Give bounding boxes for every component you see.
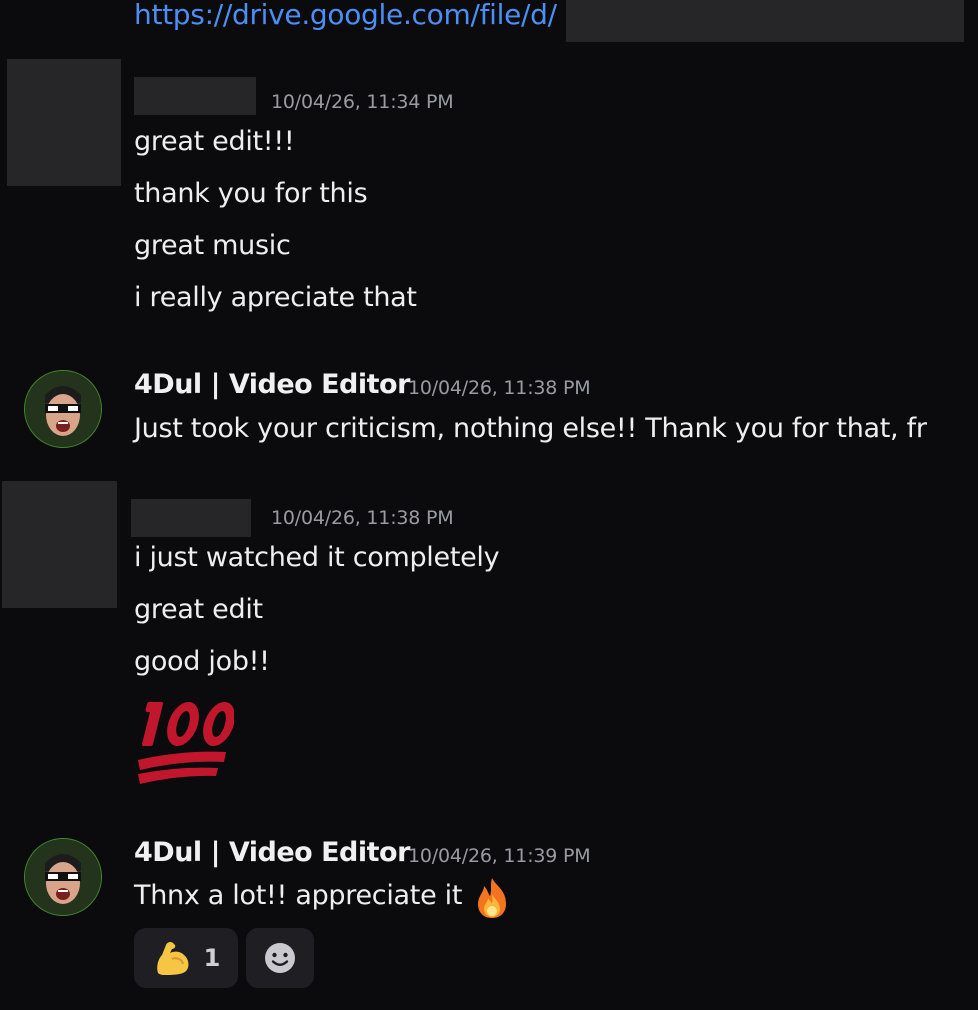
redacted-link-suffix <box>566 0 964 42</box>
add-reaction-button[interactable] <box>246 928 314 988</box>
drive-link[interactable]: https://drive.google.com/file/d/ <box>134 0 557 31</box>
username[interactable]: 4Dul | Video Editor <box>134 369 410 400</box>
message-line: Just took your criticism, nothing else!!… <box>134 413 927 444</box>
100-emoji <box>132 696 235 788</box>
flexed-biceps-emoji <box>156 941 189 975</box>
redacted-avatar <box>7 59 121 186</box>
avatar-face-icon <box>25 371 101 447</box>
message-line: good job!! <box>134 646 270 677</box>
redacted-avatar <box>2 481 117 608</box>
username[interactable]: 4Dul | Video Editor <box>134 837 410 868</box>
message-timestamp: 10/04/26, 11:34 PM <box>271 91 454 113</box>
message-line: great music <box>134 230 291 261</box>
message-line: thank you for this <box>134 178 368 209</box>
message-timestamp: 10/04/26, 11:38 PM <box>271 507 454 529</box>
message-line: i really apreciate that <box>134 282 417 313</box>
message-line: i just watched it completely <box>134 542 500 573</box>
message-line: Thnx a lot!! appreciate it <box>134 880 463 911</box>
avatar[interactable] <box>24 838 102 916</box>
message-line: great edit!!! <box>134 126 295 157</box>
avatar[interactable] <box>24 370 102 448</box>
redacted-username <box>134 77 256 115</box>
reaction-flexed-biceps[interactable]: 1 <box>134 928 238 988</box>
message-line: great edit <box>134 594 263 625</box>
message-timestamp: 10/04/26, 11:39 PM <box>408 845 591 867</box>
add-reaction-smiley-icon <box>265 943 295 973</box>
message-timestamp: 10/04/26, 11:38 PM <box>408 377 591 399</box>
avatar-face-icon <box>25 839 101 915</box>
reaction-count: 1 <box>203 944 221 972</box>
redacted-username <box>131 499 251 537</box>
fire-emoji <box>470 876 514 920</box>
